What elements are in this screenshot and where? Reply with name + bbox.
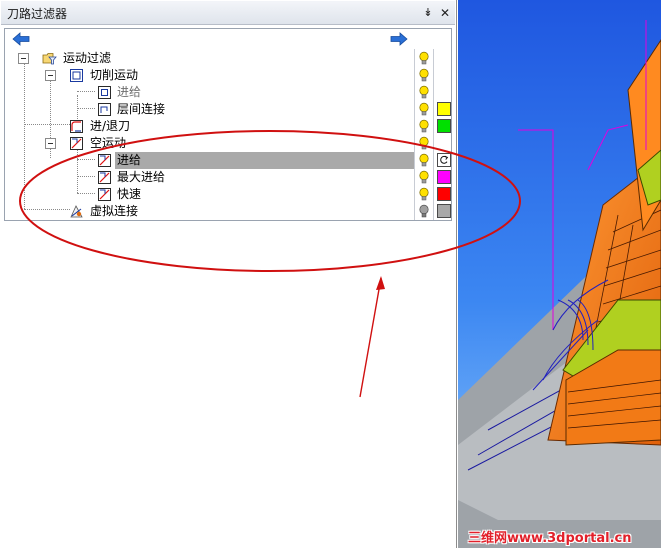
watermark-text: 三维网www.3dportal.cn	[468, 531, 632, 546]
virtual-link-icon	[70, 205, 83, 218]
tree-label: 空运动	[90, 136, 127, 150]
tree-row-lead-in-out[interactable]: 进/退刀	[5, 118, 452, 135]
visibility-bulb-off-icon[interactable]	[418, 204, 430, 219]
cut-motion-icon	[70, 69, 83, 82]
tree-label: 切削运动	[90, 68, 139, 82]
air-feed-icon	[98, 154, 111, 167]
folder-filter-icon	[42, 53, 57, 65]
visibility-bulb-icon[interactable]	[418, 136, 430, 151]
rapid-icon	[98, 188, 111, 201]
tree-label: 运动过滤	[63, 51, 112, 65]
level-link-icon	[98, 103, 111, 116]
tree-row-motion-filter[interactable]: 运动过滤	[5, 50, 452, 67]
filter-tree: 运动过滤 切削运动 进给 层间连接 进/退刀 空运动 进给 最大进给 快速 虚拟…	[4, 49, 452, 221]
collapse-toggle[interactable]	[45, 138, 56, 149]
visibility-bulb-icon[interactable]	[418, 119, 430, 134]
air-move-icon	[70, 137, 83, 150]
pin-icon[interactable]: ↡	[422, 6, 434, 20]
tree-row-max-feed[interactable]: 最大进给	[5, 169, 452, 186]
reset-color-icon[interactable]	[437, 153, 451, 167]
color-swatch-green[interactable]	[437, 119, 451, 133]
lead-in-out-icon	[70, 120, 83, 133]
close-icon[interactable]: ✕	[438, 5, 452, 21]
color-swatch-magenta[interactable]	[437, 170, 451, 184]
tree-label: 虚拟连接	[90, 204, 139, 218]
tree-label: 进给	[117, 153, 142, 167]
tree-row-rapid[interactable]: 快速	[5, 186, 452, 203]
tree-row-air-feed[interactable]: 进给	[5, 152, 452, 169]
toolpath-filter-panel: 刀路过滤器 ↡ ✕ 运动过滤 切削运动 进给 层间连接 进/退刀 空运动 进给 …	[0, 0, 457, 548]
visibility-bulb-icon[interactable]	[418, 170, 430, 185]
visibility-bulb-icon[interactable]	[418, 187, 430, 202]
visibility-bulb-icon[interactable]	[418, 51, 430, 66]
tree-row-cut-feed[interactable]: 进给	[5, 84, 452, 101]
collapse-toggle[interactable]	[18, 53, 29, 64]
color-swatch-yellow[interactable]	[437, 102, 451, 116]
panel-title-bar[interactable]: 刀路过滤器 ↡ ✕	[1, 1, 455, 25]
tree-row-virtual-link[interactable]: 虚拟连接	[5, 203, 452, 220]
arrow-left-icon[interactable]	[11, 30, 31, 48]
tree-row-cut-motion[interactable]: 切削运动	[5, 67, 452, 84]
color-swatch-gray[interactable]	[437, 204, 451, 218]
feed-icon	[98, 86, 111, 99]
tree-row-level-link[interactable]: 层间连接	[5, 101, 452, 118]
max-feed-icon	[98, 171, 111, 184]
visibility-bulb-icon[interactable]	[418, 102, 430, 117]
tree-label: 快速	[117, 187, 142, 201]
machined-part-render	[458, 0, 661, 548]
visibility-bulb-icon[interactable]	[418, 85, 430, 100]
navigation-bar	[4, 28, 452, 50]
color-swatch-red[interactable]	[437, 187, 451, 201]
visibility-bulb-icon[interactable]	[418, 68, 430, 83]
tree-label: 层间连接	[117, 102, 166, 116]
tree-label: 进给	[117, 85, 142, 99]
tree-label: 进/退刀	[90, 119, 131, 133]
tree-label: 最大进给	[117, 170, 166, 184]
visibility-bulb-icon[interactable]	[418, 153, 430, 168]
tree-row-air-move[interactable]: 空运动	[5, 135, 452, 152]
panel-title: 刀路过滤器	[7, 7, 68, 21]
toolpath-3d-viewport[interactable]	[458, 0, 661, 548]
arrow-right-icon[interactable]	[389, 30, 409, 48]
collapse-toggle[interactable]	[45, 70, 56, 81]
